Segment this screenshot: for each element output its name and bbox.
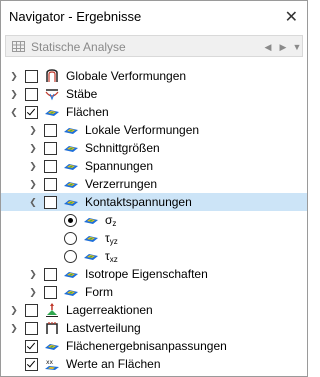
chevron-down-icon[interactable]: ❮ [9,106,19,118]
chevron-right-icon[interactable]: ❯ [9,70,19,82]
chevron-right-icon[interactable]: ❯ [28,268,38,280]
tree-item-label: Lastverteilung [66,321,141,335]
dropdown-button[interactable]: ▼ [289,39,305,55]
chevron-right-icon[interactable]: ❯ [9,304,19,316]
tree-item-label: Kontaktspannungen [85,195,192,209]
tree-item-globale-verformungen[interactable]: ❯ Globale Verformungen [1,67,307,85]
tree-item-lagerreaktionen[interactable]: ❯ Lagerreaktionen [1,301,307,319]
tree-item-label: Lokale Verformungen [85,123,200,137]
surface-icon [84,218,98,224]
deformation-icon [46,69,58,82]
checkbox[interactable] [25,106,38,119]
tree-item-lastverteilung[interactable]: ❯ Lastverteilung [1,319,307,337]
checkbox[interactable] [44,286,57,299]
tree-item-sigma-z[interactable]: σz [1,211,307,229]
chevron-right-icon[interactable]: ❯ [28,142,38,154]
title-bar: Navigator - Ergebnisse ✕ [1,1,307,31]
subscript: z [112,219,117,228]
chevron-right-icon[interactable]: ❯ [28,178,38,190]
svg-text:xx: xx [46,359,54,366]
surface-icon [64,272,78,278]
analysis-selector[interactable]: Statische Analyse ◀ ▶ ▼ [5,35,303,57]
chevron-right-icon[interactable]: ❯ [9,322,19,334]
tree-item-flaechen[interactable]: ❮ Flächen [1,103,307,121]
surface-icon [45,344,59,350]
radio-button[interactable] [64,250,77,263]
tree-item-label: σz [105,213,116,228]
tree-item-label: Isotrope Eigenschaften [85,267,208,281]
surface-icon [84,254,98,260]
surface-icon [64,164,78,170]
surface-icon [64,182,78,188]
tree-item-label: Werte an Flächen [66,357,161,371]
chevron-right-icon[interactable]: ❯ [28,124,38,136]
radio-button[interactable] [64,232,77,245]
checkbox[interactable] [44,124,57,137]
tree-item-label: Spannungen [85,159,154,173]
tree-item-label: Schnittgrößen [85,141,160,155]
values-on-surfaces-icon: xx [45,359,59,370]
subscript: xz [109,255,118,264]
checkbox[interactable] [44,268,57,281]
tree-item-lokale-verformungen[interactable]: ❯ Lokale Verformungen [1,121,307,139]
chevron-right-icon[interactable]: ❯ [28,286,38,298]
surface-icon [64,290,78,296]
analysis-label: Statische Analyse [31,40,126,54]
tree-item-label: Globale Verformungen [66,69,187,83]
chevron-right-icon[interactable]: ❯ [9,88,19,100]
checkbox[interactable] [25,358,38,371]
tree-item-label: Flächenergebnisanpassungen [66,339,227,353]
tree-item-label: Lagerreaktionen [66,303,153,317]
checkbox[interactable] [25,70,38,83]
tree-item-label: Form [85,285,113,299]
chevron-right-icon[interactable]: ❯ [28,160,38,172]
tree-item-tau-yz[interactable]: τyz [1,229,307,247]
tree-item-verzerrungen[interactable]: ❯ Verzerrungen [1,175,307,193]
previous-button[interactable]: ◀ [260,39,276,55]
chevron-down-icon[interactable]: ❮ [28,196,38,208]
surface-icon [64,128,78,134]
tree-item-kontaktspannungen[interactable]: ❮ Kontaktspannungen [1,193,307,211]
checkbox[interactable] [25,322,38,335]
tree-item-isotrope-eigenschaften[interactable]: ❯ Isotrope Eigenschaften [1,265,307,283]
checkbox[interactable] [25,304,38,317]
load-distribution-icon [46,322,58,334]
checkbox[interactable] [44,178,57,191]
grid-icon [12,41,25,52]
tree-item-werte-an-flaechen[interactable]: xx Werte an Flächen [1,355,307,373]
tree-item-form[interactable]: ❯ Form [1,283,307,301]
navigator-window: Navigator - Ergebnisse ✕ Statische Analy… [0,0,308,377]
surface-icon [45,110,59,116]
tree-item-flaechenergebnisanpassungen[interactable]: Flächenergebnisanpassungen [1,337,307,355]
tree-item-spannungen[interactable]: ❯ Spannungen [1,157,307,175]
checkbox[interactable] [44,160,57,173]
checkbox[interactable] [44,142,57,155]
tree-item-tau-xz[interactable]: τxz [1,247,307,265]
member-icon [45,89,59,101]
tree-item-label: τyz [105,231,118,246]
tree-item-staebe[interactable]: ❯ Stäbe [1,85,307,103]
close-icon[interactable]: ✕ [285,7,298,27]
tree-item-label: Verzerrungen [85,177,158,191]
surface-icon [84,236,98,242]
support-reaction-icon [46,303,58,317]
surface-icon [64,146,78,152]
tree-item-label: τxz [105,249,118,264]
checkbox[interactable] [25,88,38,101]
surface-icon [64,200,78,206]
checkbox[interactable] [44,196,57,209]
subscript: yz [109,237,118,246]
radio-button[interactable] [64,214,77,227]
tree-item-label: Flächen [66,105,109,119]
window-title: Navigator - Ergebnisse [9,9,142,24]
tree-item-label: Stäbe [66,87,98,101]
checkbox[interactable] [25,340,38,353]
tree-item-schnittgroessen[interactable]: ❯ Schnittgrößen [1,139,307,157]
